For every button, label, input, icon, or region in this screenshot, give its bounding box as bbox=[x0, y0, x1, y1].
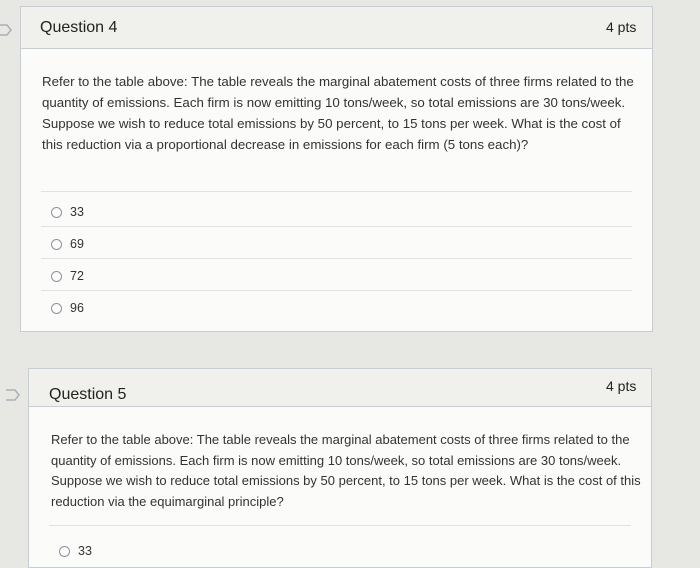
radio-unselected-icon[interactable] bbox=[51, 270, 62, 282]
answer-separator bbox=[41, 290, 632, 291]
answer-separator bbox=[41, 258, 632, 259]
question-4-points: 4 pts bbox=[606, 19, 637, 35]
question-5-points: 4 pts bbox=[606, 378, 637, 394]
radio-unselected-icon[interactable] bbox=[51, 238, 62, 250]
radio-unselected-icon[interactable] bbox=[51, 206, 62, 218]
answer-option-label: 33 bbox=[78, 544, 92, 558]
radio-unselected-icon[interactable] bbox=[51, 302, 62, 314]
answer-option-4[interactable]: 96 bbox=[51, 301, 84, 315]
question-5-title: Question 5 bbox=[49, 386, 127, 403]
question-4-card: Question 4 4 pts Refer to the table abov… bbox=[20, 6, 653, 332]
question-5-card: Question 5 4 pts Refer to the table abov… bbox=[28, 368, 652, 568]
answer-separator bbox=[41, 191, 632, 192]
answer-separator bbox=[49, 525, 631, 526]
question-4-title: Question 4 bbox=[40, 19, 118, 36]
radio-unselected-icon[interactable] bbox=[59, 545, 70, 557]
answer-separator bbox=[41, 226, 632, 227]
answer-option-label: 33 bbox=[70, 205, 84, 219]
answer-option-1[interactable]: 33 bbox=[51, 205, 84, 219]
question-5-text: Refer to the table above: The table reve… bbox=[51, 432, 641, 509]
question-4-header: Question 4 4 pts bbox=[21, 7, 652, 49]
answer-option-2[interactable]: 69 bbox=[51, 237, 84, 251]
answer-option-label: 72 bbox=[70, 269, 84, 283]
answer-option-1[interactable]: 33 bbox=[59, 544, 92, 558]
answer-option-3[interactable]: 72 bbox=[51, 269, 84, 283]
question-4-text: Refer to the table above: The table reve… bbox=[42, 74, 634, 152]
flag-question-icon[interactable] bbox=[6, 389, 20, 401]
flag-question-icon[interactable] bbox=[0, 24, 12, 36]
answer-option-label: 69 bbox=[70, 237, 84, 251]
answer-option-label: 96 bbox=[70, 301, 84, 315]
question-5-header: Question 5 4 pts bbox=[29, 369, 651, 407]
